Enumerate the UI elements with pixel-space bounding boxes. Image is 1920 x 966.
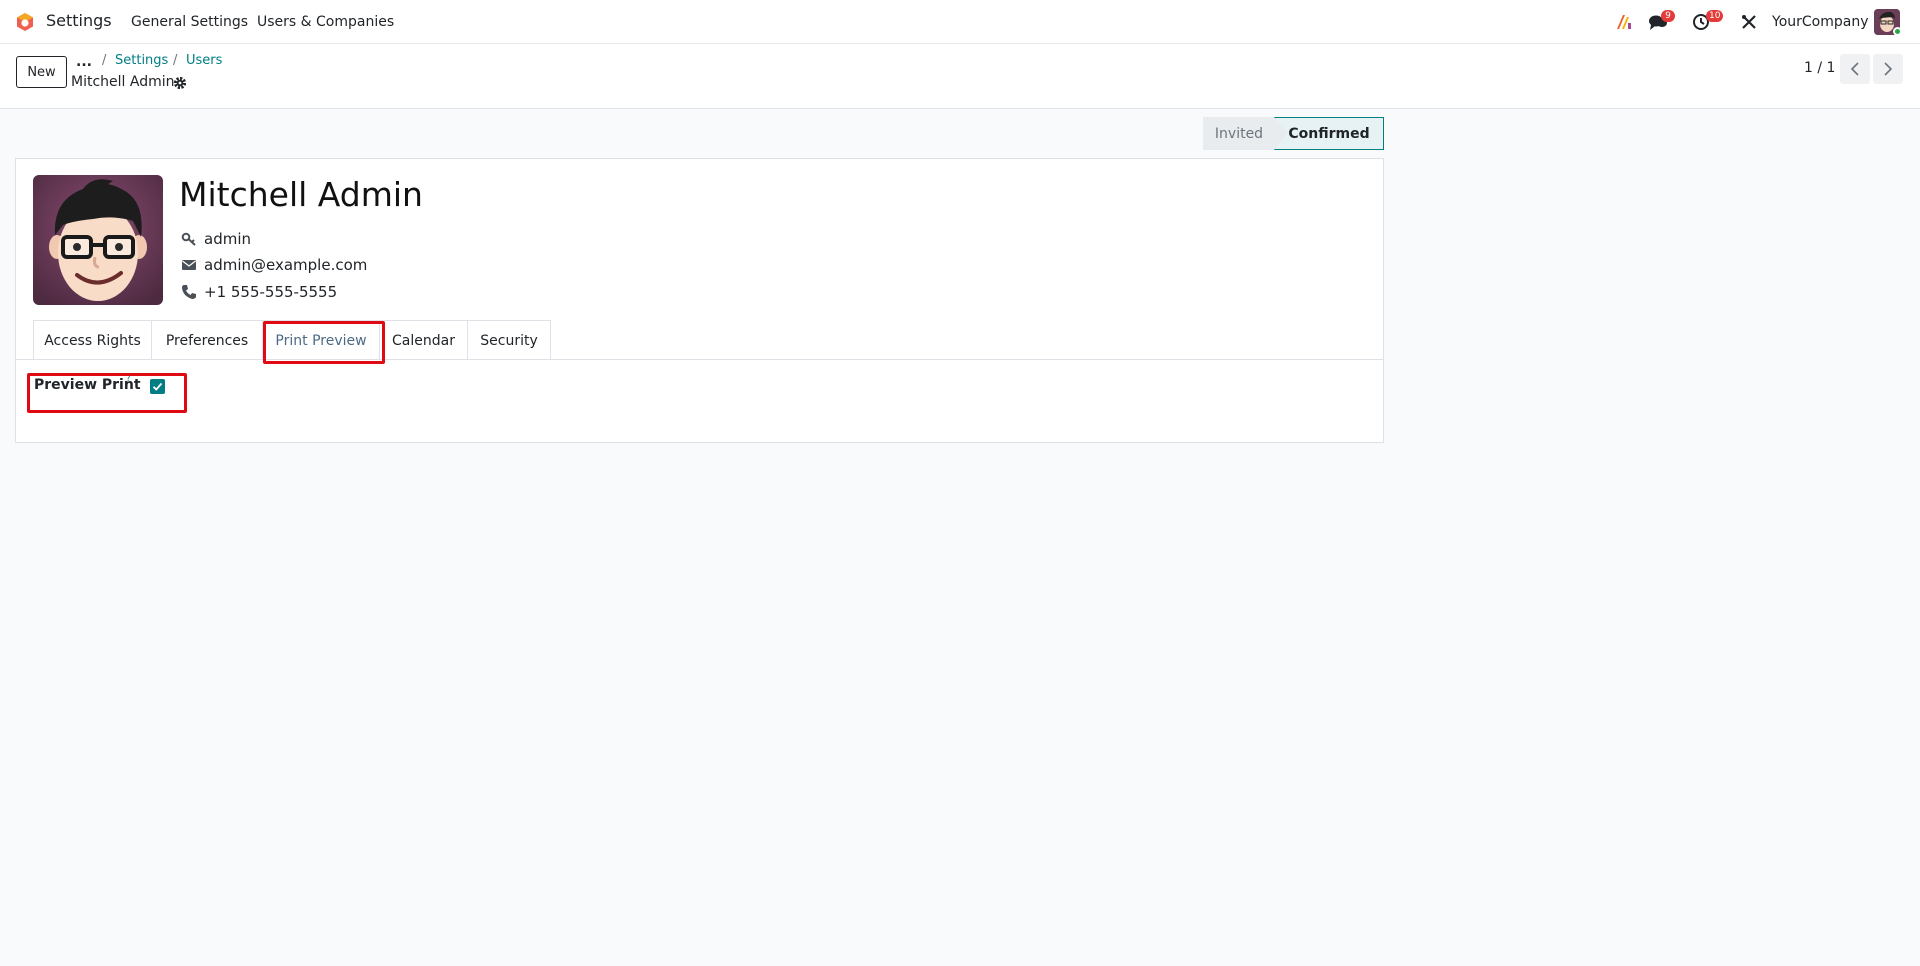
chevron-left-icon [1850,62,1859,76]
login-field[interactable]: admin [181,230,251,248]
app-logo-icon[interactable] [15,12,35,32]
form-sheet: Mitchell Admin admin admin@example.com +… [15,158,1384,443]
ai-icon[interactable] [1615,13,1633,31]
tab-calendar[interactable]: Calendar [379,320,468,360]
top-navbar: Settings General Settings Users & Compan… [0,0,1920,44]
breadcrumb-separator: / [173,53,178,68]
company-switcher[interactable]: YourCompany [1772,14,1869,30]
email-value: admin@example.com [204,256,368,274]
breadcrumb-separator: / [102,53,107,68]
menu-users-companies[interactable]: Users & Companies [257,14,394,30]
tab-security[interactable]: Security [467,320,551,360]
app-name[interactable]: Settings [46,11,112,30]
breadcrumb-settings[interactable]: Settings [115,53,168,68]
breadcrumb-users[interactable]: Users [186,53,222,68]
phone-field[interactable]: +1 555-555-5555 [181,283,337,301]
email-field[interactable]: admin@example.com [181,256,367,274]
control-panel: New ... / Settings / Users Mitchell Admi… [0,44,1920,109]
tab-access-rights[interactable]: Access Rights [33,320,152,360]
user-photo[interactable] [33,175,163,305]
menu-general-settings[interactable]: General Settings [131,14,248,30]
messages-badge: 9 [1661,10,1675,22]
envelope-icon [182,260,196,270]
new-button[interactable]: New [16,56,67,88]
phone-icon [182,285,196,299]
tools-icon[interactable] [1741,14,1757,30]
user-name[interactable]: Mitchell Admin [179,175,423,214]
status-invited[interactable]: Invited [1203,117,1275,150]
pager-value[interactable]: 1 / 1 [1804,60,1835,76]
online-status-dot [1893,27,1902,36]
breadcrumb-more[interactable]: ... [76,54,92,70]
activities-badge: 10 [1706,10,1724,22]
gear-icon[interactable] [173,76,187,90]
key-icon [181,232,196,246]
pager-next-button[interactable] [1873,54,1903,84]
tab-divider [16,359,1383,360]
login-value: admin [204,230,251,248]
status-arrow [1274,117,1288,150]
pager-previous-button[interactable] [1840,54,1870,84]
user-photo-icon [33,175,163,305]
chevron-right-icon [1884,62,1893,76]
record-title: Mitchell Admin [71,74,175,90]
status-confirmed[interactable]: Confirmed [1274,117,1384,150]
highlight-print-preview-tab [263,321,385,364]
phone-value: +1 555-555-5555 [204,283,338,301]
tab-preferences[interactable]: Preferences [151,320,263,360]
highlight-preview-print-field [27,373,187,413]
